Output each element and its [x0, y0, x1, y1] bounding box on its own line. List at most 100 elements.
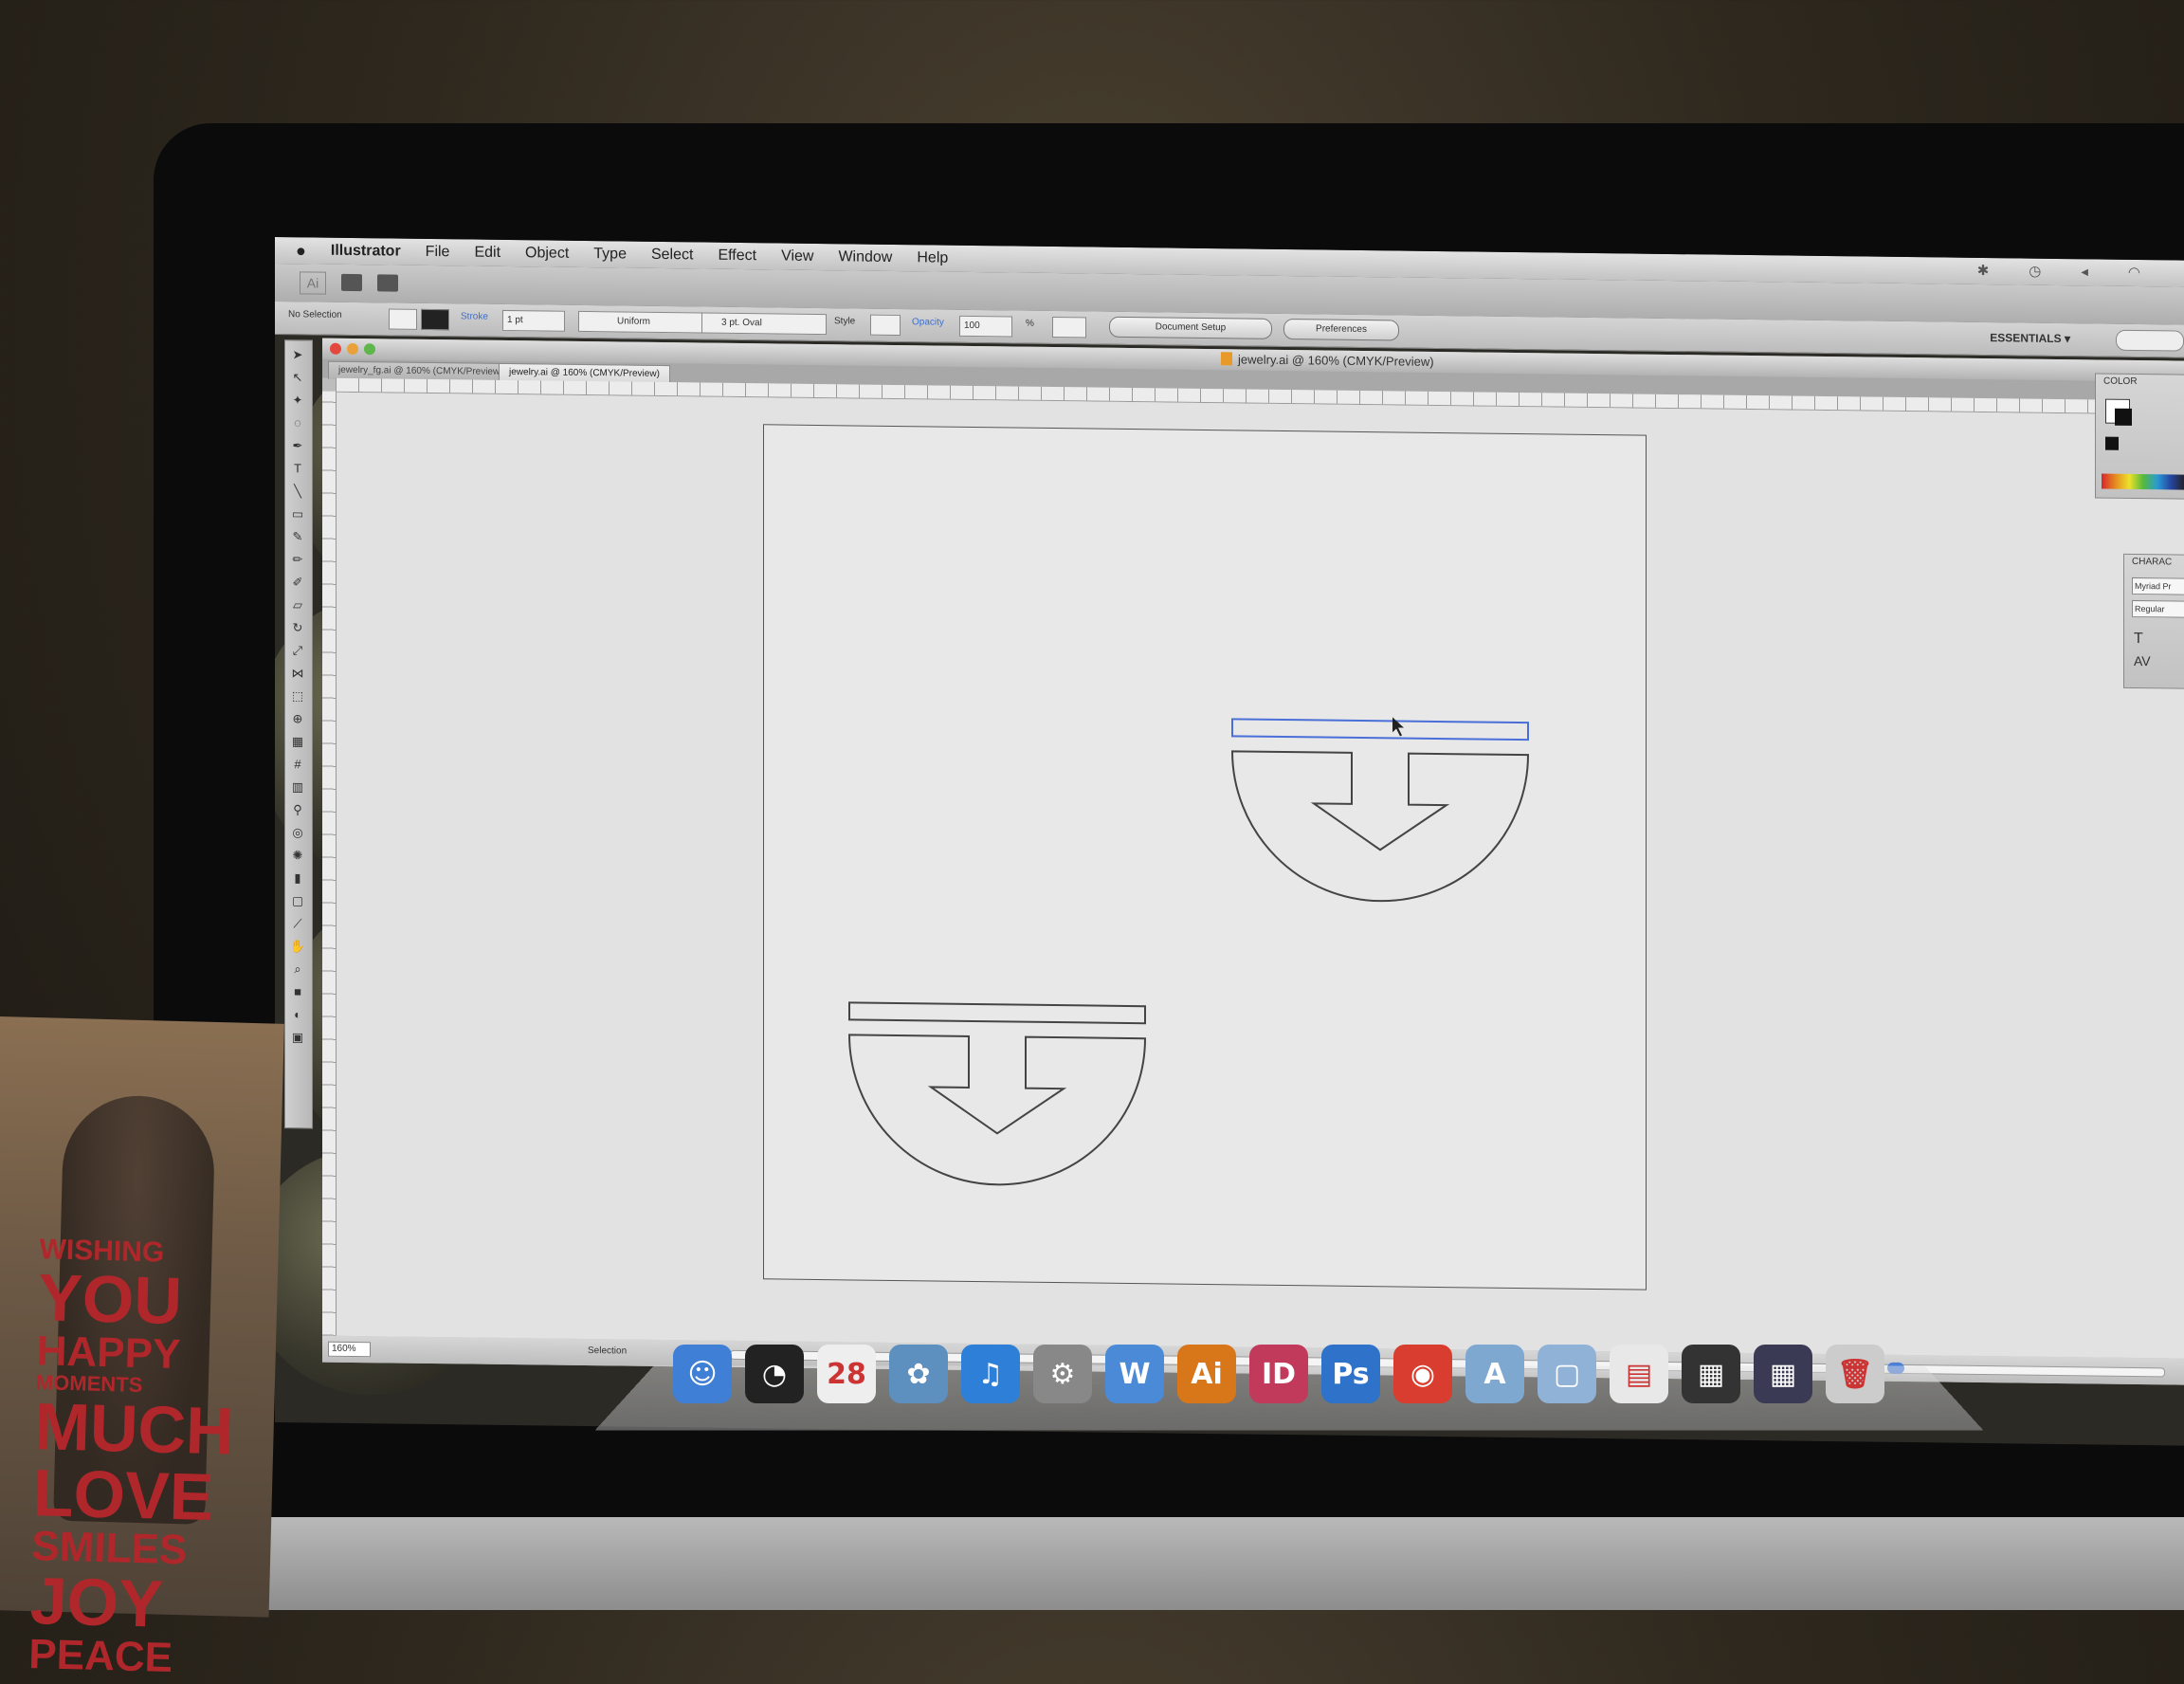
- volume-icon[interactable]: ◂: [2081, 263, 2088, 280]
- finder-icon[interactable]: ☺: [673, 1345, 732, 1403]
- menu-app-name[interactable]: Illustrator: [331, 243, 401, 261]
- fill-swatch[interactable]: [389, 308, 417, 330]
- itunes-icon[interactable]: ♫: [961, 1345, 1020, 1403]
- character-panel-tab[interactable]: CHARAC: [2132, 557, 2172, 568]
- rotate-tool-icon[interactable]: ↻: [289, 619, 306, 636]
- wifi-icon[interactable]: ◠: [2128, 264, 2140, 281]
- artboard[interactable]: [763, 424, 1647, 1290]
- slice-tool-icon[interactable]: ⟋: [289, 915, 306, 932]
- documents-folder-icon[interactable]: ▢: [1538, 1345, 1596, 1403]
- screen-mode-icon[interactable]: ▣: [289, 1029, 306, 1046]
- half-circle-arrow-shape[interactable]: [1230, 750, 1530, 903]
- black-swatch-icon[interactable]: [2105, 436, 2119, 450]
- chrome-window-icon[interactable]: ▦: [1754, 1345, 1812, 1403]
- rectangle-tool-icon[interactable]: ▭: [289, 505, 306, 522]
- font-style-field[interactable]: Regular: [2132, 599, 2184, 618]
- menu-effect[interactable]: Effect: [718, 247, 756, 265]
- eyedropper-tool-icon[interactable]: ⚲: [289, 801, 306, 818]
- paintbrush-tool-icon[interactable]: ✎: [289, 528, 306, 545]
- menu-edit[interactable]: Edit: [474, 245, 500, 262]
- menu-file[interactable]: File: [426, 244, 450, 261]
- zoom-window-button[interactable]: [364, 343, 375, 356]
- recolor-artwork-icon[interactable]: [1052, 317, 1086, 339]
- style-label: Style: [834, 316, 856, 327]
- direct-selection-tool-icon[interactable]: ↖: [289, 369, 306, 386]
- magic-wand-tool-icon[interactable]: ✦: [289, 392, 306, 409]
- close-window-button[interactable]: [330, 342, 341, 355]
- artwork[interactable]: [764, 425, 1646, 1289]
- opacity-label[interactable]: Opacity: [912, 317, 944, 327]
- column-graph-tool-icon[interactable]: ▮: [289, 869, 306, 887]
- system-preferences-icon[interactable]: ⚙: [1033, 1345, 1092, 1403]
- font-family-field[interactable]: Myriad Pr: [2132, 577, 2184, 595]
- lasso-tool-icon[interactable]: ◌: [289, 414, 306, 431]
- menu-view[interactable]: View: [781, 248, 813, 265]
- zoom-level-field[interactable]: 160%: [328, 1341, 371, 1358]
- fill-stroke-swatch-icon[interactable]: ■: [289, 983, 306, 1000]
- iphoto-icon[interactable]: ✿: [889, 1345, 948, 1403]
- brush-definition-select[interactable]: 3 pt. Oval: [701, 312, 827, 336]
- hand-tool-icon[interactable]: ✋: [289, 938, 306, 955]
- stroke-swatch[interactable]: [421, 308, 449, 331]
- perspective-grid-tool-icon[interactable]: ▦: [289, 733, 306, 750]
- trash-icon[interactable]: 🗑: [1826, 1345, 1884, 1403]
- color-spectrum-bar[interactable]: [2102, 473, 2184, 490]
- minimize-window-button[interactable]: [347, 342, 358, 356]
- free-transform-tool-icon[interactable]: ⬚: [289, 687, 306, 705]
- word-icon[interactable]: W: [1105, 1345, 1164, 1403]
- vertical-ruler[interactable]: [322, 391, 337, 1336]
- menu-type[interactable]: Type: [593, 246, 627, 263]
- preferences-button[interactable]: Preferences: [1283, 318, 1399, 341]
- blob-brush-tool-icon[interactable]: ✐: [289, 574, 306, 591]
- type-tool-icon[interactable]: T: [289, 460, 306, 477]
- illustrator-icon[interactable]: Ai: [1177, 1345, 1236, 1403]
- stroke-weight-field[interactable]: 1 pt: [502, 309, 565, 332]
- selection-tool-icon[interactable]: ➤: [289, 346, 306, 363]
- graphic-style-select[interactable]: [870, 314, 901, 337]
- document-stack-icon[interactable]: ▤: [1610, 1345, 1668, 1403]
- width-tool-icon[interactable]: ⋈: [289, 665, 306, 682]
- photoshop-window-icon[interactable]: ▦: [1682, 1345, 1740, 1403]
- menu-object[interactable]: Object: [525, 245, 569, 263]
- canvas[interactable]: [337, 392, 2184, 1359]
- opacity-field[interactable]: 100: [959, 315, 1012, 338]
- document-setup-button[interactable]: Document Setup: [1109, 316, 1272, 339]
- bar-shape[interactable]: [848, 1001, 1146, 1025]
- indesign-icon[interactable]: ID: [1249, 1345, 1308, 1403]
- bluetooth-icon[interactable]: ✱: [1977, 262, 1990, 279]
- calendar-icon[interactable]: 28: [817, 1345, 876, 1403]
- half-circle-arrow-shape[interactable]: [847, 1034, 1147, 1186]
- color-panel-tab[interactable]: COLOR: [2103, 376, 2138, 387]
- apple-icon[interactable]: ●: [296, 241, 306, 261]
- chrome-icon[interactable]: ◉: [1393, 1345, 1452, 1403]
- symbol-sprayer-tool-icon[interactable]: ✺: [289, 847, 306, 864]
- gradient-tool-icon[interactable]: ▥: [289, 778, 306, 796]
- line-tool-icon[interactable]: ╲: [289, 483, 306, 500]
- status-tool-label[interactable]: Selection: [588, 1345, 627, 1357]
- artboard-tool-icon[interactable]: ▢: [289, 892, 306, 909]
- photoshop-icon[interactable]: Ps: [1321, 1345, 1380, 1403]
- applications-folder-icon[interactable]: A: [1465, 1345, 1524, 1403]
- document-title: jewelry.ai @ 160% (CMYK/Preview): [1221, 352, 1434, 369]
- search-input[interactable]: [2116, 329, 2184, 352]
- stroke-swatch-icon[interactable]: [2115, 408, 2132, 426]
- time-machine-icon[interactable]: ◷: [2029, 263, 2041, 280]
- shape-builder-tool-icon[interactable]: ⊕: [289, 710, 306, 727]
- dashboard-icon[interactable]: ◔: [745, 1345, 804, 1403]
- menu-select[interactable]: Select: [651, 247, 693, 265]
- stroke-label[interactable]: Stroke: [461, 311, 488, 321]
- blend-tool-icon[interactable]: ◎: [289, 824, 306, 841]
- arrange-documents-icon[interactable]: [377, 274, 398, 292]
- eraser-tool-icon[interactable]: ▱: [289, 596, 306, 613]
- selected-bar-shape[interactable]: [1231, 718, 1529, 741]
- workspace-switcher[interactable]: ESSENTIALS ▾: [1990, 331, 2070, 345]
- zoom-tool-icon[interactable]: ⌕: [289, 961, 306, 978]
- menu-window[interactable]: Window: [838, 248, 892, 266]
- mesh-tool-icon[interactable]: #: [289, 756, 306, 773]
- scale-tool-icon[interactable]: ⤢: [289, 642, 306, 659]
- pencil-tool-icon[interactable]: ✏: [289, 551, 306, 568]
- menu-help[interactable]: Help: [917, 249, 948, 266]
- bridge-icon[interactable]: [341, 273, 362, 292]
- drawing-mode-icon[interactable]: ◐: [289, 1006, 306, 1023]
- pen-tool-icon[interactable]: ✒: [289, 437, 306, 454]
